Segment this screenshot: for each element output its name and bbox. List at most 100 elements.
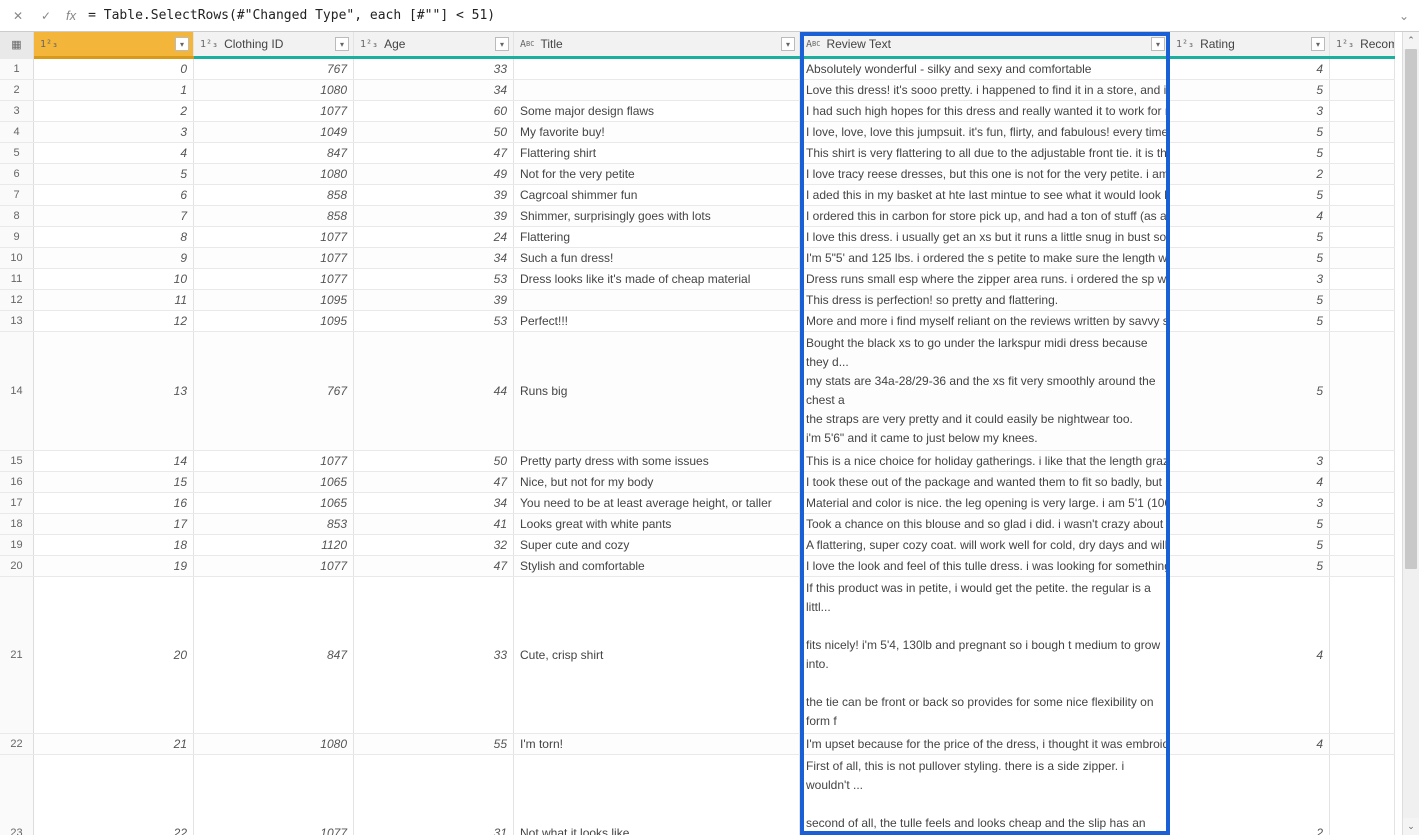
row-number[interactable]: 10 [0,248,34,268]
row-number[interactable]: 14 [0,332,34,450]
cell-review[interactable]: I had such high hopes for this dress and… [800,101,1170,121]
cell-review[interactable]: I love tracy reese dresses, but this one… [800,164,1170,184]
cell-index[interactable]: 10 [34,269,194,289]
filter-icon[interactable]: ▾ [781,37,795,51]
scroll-up-icon[interactable]: ⌃ [1403,32,1419,49]
row-number[interactable]: 17 [0,493,34,513]
cell-recommend[interactable] [1330,556,1395,576]
cell-recommend[interactable] [1330,59,1395,79]
cell-index[interactable]: 1 [34,80,194,100]
table-row[interactable]: 2019107747Stylish and comfortableI love … [0,556,1395,577]
cell-rating[interactable]: 3 [1170,451,1330,471]
cell-age[interactable]: 24 [354,227,514,247]
filter-icon[interactable]: ▾ [335,37,349,51]
table-row[interactable]: 141376744Runs bigBought the black xs to … [0,332,1395,451]
cell-review[interactable]: Bought the black xs to go under the lark… [800,332,1170,450]
cell-review[interactable]: I'm 5"5' and 125 lbs. i ordered the s pe… [800,248,1170,268]
cell-clothing-id[interactable]: 1077 [194,451,354,471]
cell-rating[interactable]: 5 [1170,514,1330,534]
cell-rating[interactable]: 2 [1170,755,1330,835]
cell-index[interactable]: 13 [34,332,194,450]
cell-rating[interactable]: 4 [1170,734,1330,754]
cell-review[interactable]: First of all, this is not pullover styli… [800,755,1170,835]
cell-age[interactable]: 47 [354,472,514,492]
table-row[interactable]: 1110107753Dress looks like it's made of … [0,269,1395,290]
row-number[interactable]: 19 [0,535,34,555]
cell-rating[interactable]: 4 [1170,577,1330,733]
column-header-rating[interactable]: 1²₃ Rating ▾ [1170,32,1330,56]
cell-index[interactable]: 14 [34,451,194,471]
cell-review[interactable]: This is a nice choice for holiday gather… [800,451,1170,471]
cell-rating[interactable]: 5 [1170,311,1330,331]
cell-clothing-id[interactable]: 847 [194,577,354,733]
scroll-down-icon[interactable]: ⌄ [1403,818,1419,835]
cell-title[interactable]: Not what it looks like [514,755,800,835]
vertical-scrollbar[interactable]: ⌃ ⌄ [1402,32,1419,835]
column-header-clothing-id[interactable]: 1²₃ Clothing ID ▾ [194,32,354,56]
cell-recommend[interactable] [1330,185,1395,205]
cell-recommend[interactable] [1330,577,1395,733]
cell-title[interactable]: Nice, but not for my body [514,472,800,492]
cell-rating[interactable]: 3 [1170,493,1330,513]
table-corner[interactable]: ▦ [0,32,34,56]
cell-clothing-id[interactable]: 1095 [194,311,354,331]
cell-recommend[interactable] [1330,535,1395,555]
table-row[interactable]: 32107760Some major design flawsI had suc… [0,101,1395,122]
cell-title[interactable] [514,59,800,79]
cell-review[interactable]: I took these out of the package and want… [800,472,1170,492]
row-number[interactable]: 1 [0,59,34,79]
cell-recommend[interactable] [1330,143,1395,163]
cell-clothing-id[interactable]: 1077 [194,248,354,268]
cell-clothing-id[interactable]: 767 [194,332,354,450]
row-number[interactable]: 8 [0,206,34,226]
cell-title[interactable] [514,80,800,100]
cell-rating[interactable]: 5 [1170,290,1330,310]
cell-recommend[interactable] [1330,493,1395,513]
cell-rating[interactable]: 4 [1170,206,1330,226]
cell-recommend[interactable] [1330,248,1395,268]
cell-age[interactable]: 50 [354,122,514,142]
cell-rating[interactable]: 4 [1170,59,1330,79]
table-row[interactable]: 1716106534You need to be at least averag… [0,493,1395,514]
row-number[interactable]: 21 [0,577,34,733]
filter-icon[interactable]: ▾ [1311,37,1325,51]
cell-rating[interactable]: 5 [1170,80,1330,100]
cell-age[interactable]: 39 [354,185,514,205]
table-row[interactable]: 2322107731Not what it looks likeFirst of… [0,755,1395,835]
cell-recommend[interactable] [1330,472,1395,492]
cell-index[interactable]: 16 [34,493,194,513]
cell-title[interactable]: Super cute and cozy [514,535,800,555]
table-row[interactable]: 5484747Flattering shirtThis shirt is ver… [0,143,1395,164]
cell-index[interactable]: 11 [34,290,194,310]
row-number[interactable]: 18 [0,514,34,534]
cell-rating[interactable]: 5 [1170,332,1330,450]
row-number[interactable]: 20 [0,556,34,576]
cell-index[interactable]: 15 [34,472,194,492]
cell-index[interactable]: 22 [34,755,194,835]
cell-rating[interactable]: 5 [1170,122,1330,142]
table-row[interactable]: 21108034Love this dress! it's sooo prett… [0,80,1395,101]
cell-rating[interactable]: 5 [1170,185,1330,205]
scroll-track[interactable] [1403,49,1419,818]
table-row[interactable]: 1918112032Super cute and cozyA flatterin… [0,535,1395,556]
table-row[interactable]: 1076733Absolutely wonderful - silky and … [0,59,1395,80]
cell-rating[interactable]: 5 [1170,535,1330,555]
cell-clothing-id[interactable]: 1080 [194,164,354,184]
table-row[interactable]: 109107734Such a fun dress!I'm 5"5' and 1… [0,248,1395,269]
cell-clothing-id[interactable]: 1095 [194,290,354,310]
cell-age[interactable]: 39 [354,290,514,310]
row-number[interactable]: 13 [0,311,34,331]
cell-title[interactable]: Shimmer, surprisingly goes with lots [514,206,800,226]
cell-title[interactable]: Stylish and comfortable [514,556,800,576]
cell-title[interactable]: Not for the very petite [514,164,800,184]
cell-index[interactable]: 2 [34,101,194,121]
cell-clothing-id[interactable]: 1077 [194,755,354,835]
filter-icon[interactable]: ▾ [495,37,509,51]
cell-review[interactable]: I'm upset because for the price of the d… [800,734,1170,754]
cell-clothing-id[interactable]: 1120 [194,535,354,555]
cell-rating[interactable]: 5 [1170,556,1330,576]
cell-age[interactable]: 47 [354,143,514,163]
row-number[interactable]: 3 [0,101,34,121]
cell-review[interactable]: Material and color is nice. the leg open… [800,493,1170,513]
table-row[interactable]: 1312109553Perfect!!!More and more i find… [0,311,1395,332]
